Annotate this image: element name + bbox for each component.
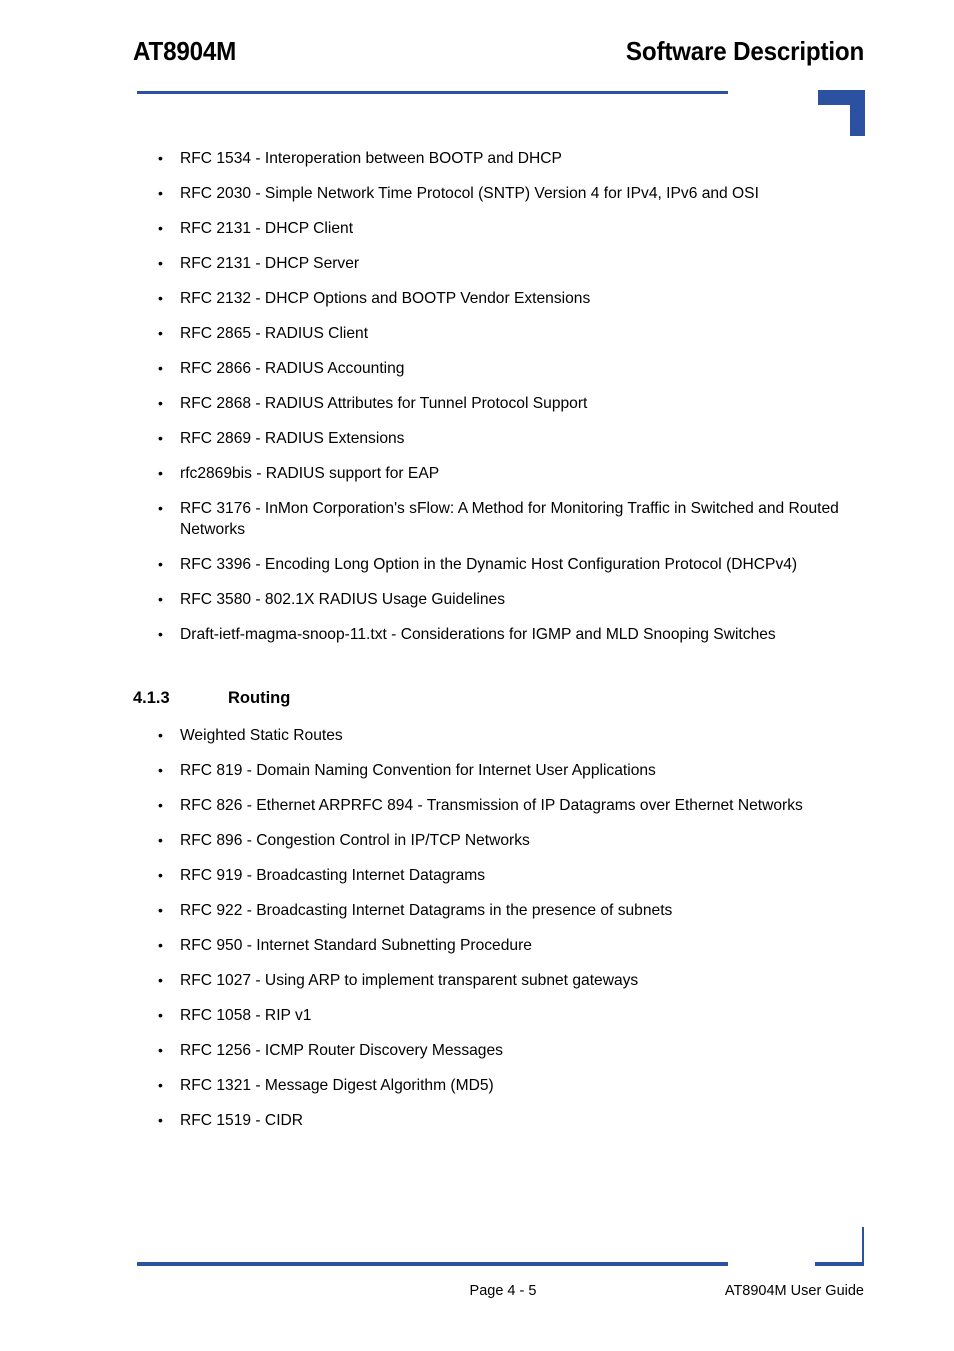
routing-standards-list: Weighted Static Routes RFC 819 - Domain N…	[0, 725, 954, 1131]
protocol-list-item-label: RFC 2865 - RADIUS Client	[180, 325, 369, 342]
protocol-list-item: RFC 2030 - Simple Network Time Protocol …	[0, 183, 954, 204]
routing-list-item: RFC 819 - Domain Naming Convention for I…	[0, 760, 954, 781]
protocol-list-item: Draft-ietf-magma-snoop-11.txt - Consider…	[0, 624, 954, 645]
routing-list-item-label: RFC 1058 - RIP v1	[180, 1007, 312, 1024]
footer-doc-name: AT8904M User Guide	[724, 1283, 864, 1299]
routing-list-item: RFC 826 - Ethernet ARPRFC 894 - Transmis…	[0, 795, 954, 816]
page-content: RFC 1534 - Interoperation between BOOTP …	[0, 148, 954, 1145]
protocol-list-item: rfc2869bis - RADIUS support for EAP	[0, 463, 954, 484]
routing-list-item-label: RFC 922 - Broadcasting Internet Datagram…	[180, 902, 673, 919]
protocol-list-item-label: RFC 2866 - RADIUS Accounting	[180, 360, 405, 377]
routing-list-item: RFC 922 - Broadcasting Internet Datagram…	[0, 900, 954, 921]
routing-list-item-label: RFC 896 - Congestion Control in IP/TCP N…	[180, 832, 530, 849]
routing-list-item-label: RFC 919 - Broadcasting Internet Datagram…	[180, 867, 486, 884]
protocol-list-item: RFC 3176 - InMon Corporation's sFlow: A …	[0, 498, 954, 540]
routing-list-item: RFC 896 - Congestion Control in IP/TCP N…	[0, 830, 954, 851]
routing-list-item-label: RFC 1256 - ICMP Router Discovery Message…	[180, 1042, 503, 1059]
page-header: AT8904M Software Description	[0, 0, 954, 140]
protocol-list-item: RFC 2869 - RADIUS Extensions	[0, 428, 954, 449]
protocol-list-item-label: RFC 3176 - InMon Corporation's sFlow: A …	[180, 500, 839, 538]
routing-list-item-label: RFC 1519 - CIDR	[180, 1112, 304, 1129]
routing-list-item: Weighted Static Routes	[0, 725, 954, 746]
footer-divider-rule	[137, 1262, 728, 1266]
routing-list-item-label: RFC 1321 - Message Digest Algorithm (MD5…	[180, 1077, 494, 1094]
protocol-list-item: RFC 2865 - RADIUS Client	[0, 323, 954, 344]
document-page: AT8904M Software Description RFC 1534 - …	[0, 0, 954, 1351]
footer-divider-rule-right	[815, 1262, 864, 1266]
section-title: Routing	[228, 689, 291, 707]
header-doc-model: AT8904M	[133, 36, 237, 66]
protocol-list-item-label: RFC 3396 - Encoding Long Option in the D…	[180, 556, 798, 573]
routing-list-item-label: RFC 819 - Domain Naming Convention for I…	[180, 762, 656, 779]
protocol-list-item-label: Draft-ietf-magma-snoop-11.txt - Consider…	[180, 626, 776, 643]
protocol-list-item-label: RFC 3580 - 802.1X RADIUS Usage Guideline…	[180, 591, 506, 608]
header-corner-mark-icon	[818, 90, 865, 136]
protocol-list-item-label: rfc2869bis - RADIUS support for EAP	[180, 465, 440, 482]
protocol-list-item: RFC 3396 - Encoding Long Option in the D…	[0, 554, 954, 575]
routing-list-item: RFC 1027 - Using ARP to implement transp…	[0, 970, 954, 991]
protocol-list-item: RFC 2131 - DHCP Server	[0, 253, 954, 274]
protocol-list-item: RFC 2868 - RADIUS Attributes for Tunnel …	[0, 393, 954, 414]
protocol-list-item-label: RFC 2030 - Simple Network Time Protocol …	[180, 185, 759, 202]
protocol-list-item: RFC 2131 - DHCP Client	[0, 218, 954, 239]
protocol-list-item: RFC 2866 - RADIUS Accounting	[0, 358, 954, 379]
section-number: 4.1.3	[133, 689, 170, 707]
protocol-list-item-label: RFC 2132 - DHCP Options and BOOTP Vendor…	[180, 290, 591, 307]
protocol-standards-list: RFC 1534 - Interoperation between BOOTP …	[0, 148, 954, 645]
corner-mark-vertical-bar	[850, 90, 865, 136]
routing-list-item: RFC 919 - Broadcasting Internet Datagram…	[0, 865, 954, 886]
routing-list-item: RFC 1519 - CIDR	[0, 1110, 954, 1131]
routing-list-item-label: RFC 950 - Internet Standard Subnetting P…	[180, 937, 532, 954]
footer-corner-bracket-icon	[862, 1227, 864, 1266]
protocol-list-item-label: RFC 2131 - DHCP Client	[180, 220, 354, 237]
heading-spacer	[0, 659, 954, 687]
routing-list-item: RFC 950 - Internet Standard Subnetting P…	[0, 935, 954, 956]
routing-list-item-label: RFC 1027 - Using ARP to implement transp…	[180, 972, 639, 989]
protocol-list-item-label: RFC 1534 - Interoperation between BOOTP …	[180, 150, 562, 167]
routing-list-item: RFC 1058 - RIP v1	[0, 1005, 954, 1026]
protocol-list-item-label: RFC 2131 - DHCP Server	[180, 255, 360, 272]
section-heading-routing: 4.1.3 Routing	[0, 687, 954, 721]
header-divider-rule	[137, 91, 728, 94]
protocol-list-item-label: RFC 2868 - RADIUS Attributes for Tunnel …	[180, 395, 588, 412]
routing-list-item: RFC 1321 - Message Digest Algorithm (MD5…	[0, 1075, 954, 1096]
protocol-list-item: RFC 3580 - 802.1X RADIUS Usage Guideline…	[0, 589, 954, 610]
routing-list-item-label: Weighted Static Routes	[180, 727, 343, 744]
protocol-list-item-label: RFC 2869 - RADIUS Extensions	[180, 430, 405, 447]
protocol-list-item: RFC 1534 - Interoperation between BOOTP …	[0, 148, 954, 169]
header-chapter-title: Software Description	[625, 36, 864, 66]
protocol-list-item: RFC 2132 - DHCP Options and BOOTP Vendor…	[0, 288, 954, 309]
routing-list-item: RFC 1256 - ICMP Router Discovery Message…	[0, 1040, 954, 1061]
routing-list-item-label: RFC 826 - Ethernet ARPRFC 894 - Transmis…	[180, 797, 803, 814]
